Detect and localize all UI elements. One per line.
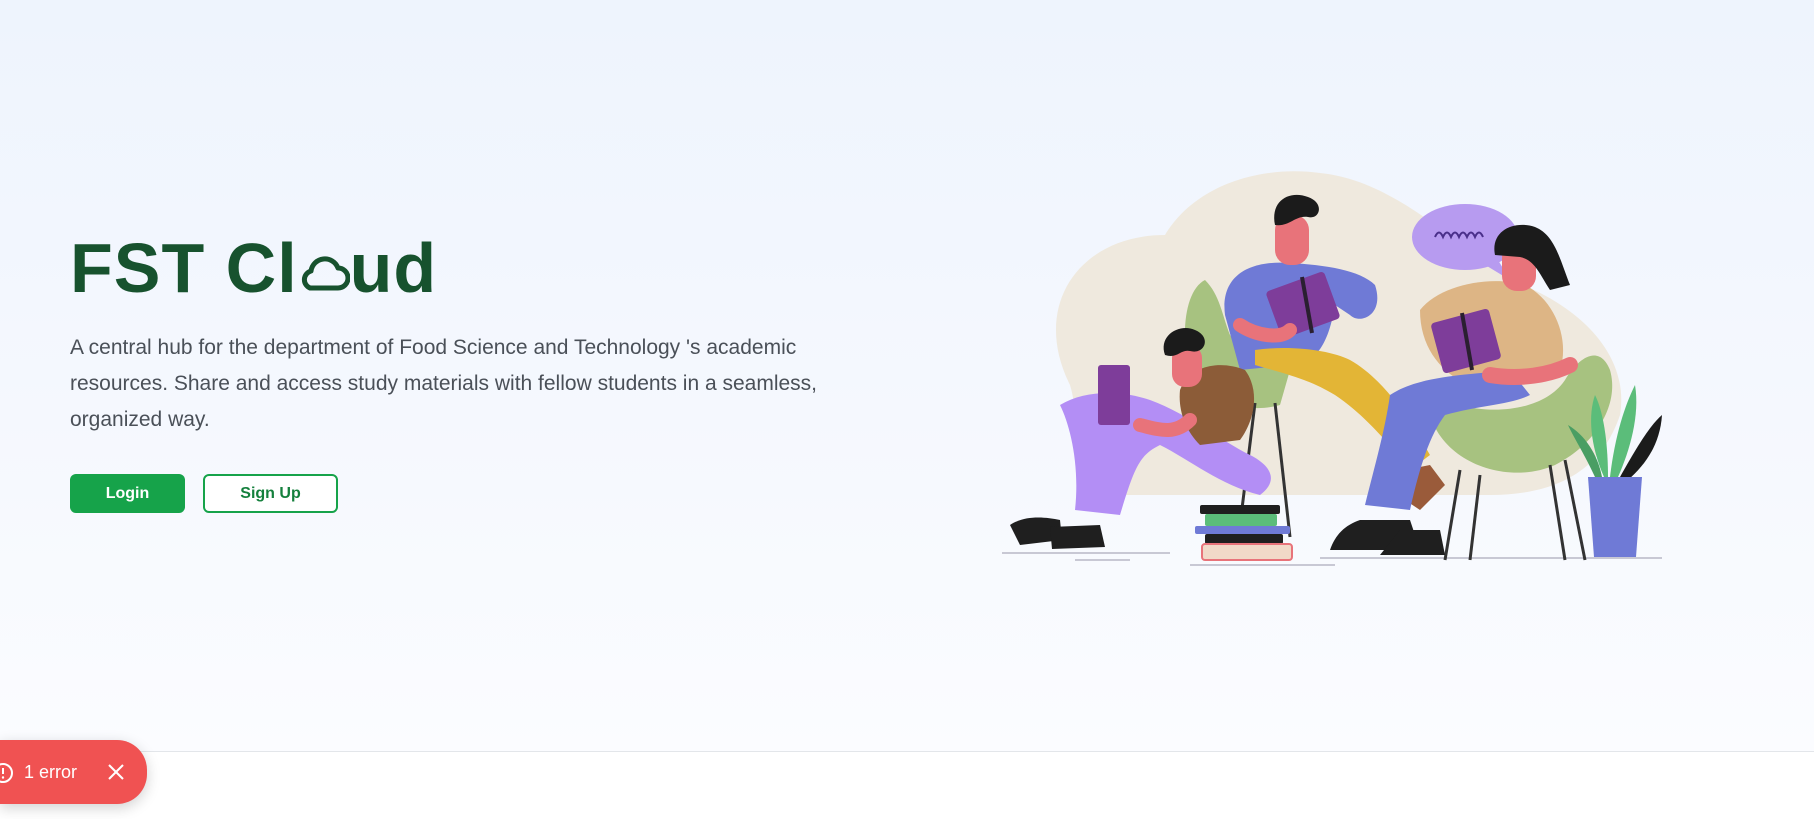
error-count-label: 1 error	[24, 762, 78, 782]
book-stack	[1195, 505, 1293, 561]
title-text-end: ud	[349, 229, 438, 307]
title-text-start: FST Cl	[70, 229, 298, 307]
signup-button[interactable]: Sign Up	[203, 474, 338, 513]
hero-description: A central hub for the department of Food…	[70, 336, 818, 431]
page-title: FST Cl ud	[70, 228, 437, 308]
students-reading-illustration	[1002, 171, 1662, 566]
cloud-icon	[301, 256, 350, 291]
login-button[interactable]: Login	[70, 474, 185, 513]
error-toast[interactable]: 1 error	[0, 740, 147, 804]
alert-circle-icon	[0, 763, 13, 783]
close-icon[interactable]	[106, 762, 126, 782]
hero-section: FST Cl ud A central hub for the departmen…	[0, 0, 1814, 752]
